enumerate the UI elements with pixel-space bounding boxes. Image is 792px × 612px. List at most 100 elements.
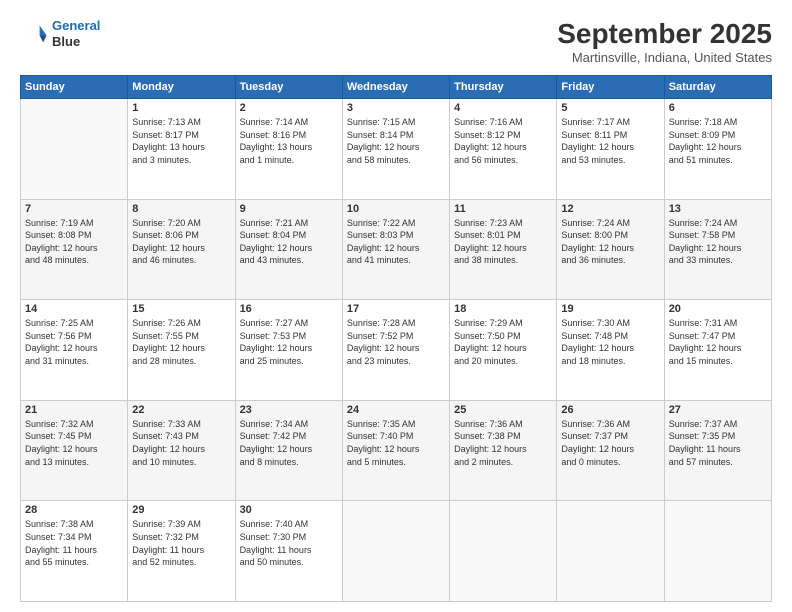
day-number: 10	[347, 203, 445, 215]
day-info: Sunrise: 7:24 AM Sunset: 7:58 PM Dayligh…	[669, 217, 767, 267]
calendar-day-cell: 19 Sunrise: 7:30 AM Sunset: 7:48 PM Dayli…	[557, 300, 664, 401]
day-info: Sunrise: 7:28 AM Sunset: 7:52 PM Dayligh…	[347, 317, 445, 367]
calendar-day-cell	[557, 501, 664, 602]
day-info: Sunrise: 7:33 AM Sunset: 7:43 PM Dayligh…	[132, 418, 230, 468]
calendar-day-cell: 23 Sunrise: 7:34 AM Sunset: 7:42 PM Dayli…	[235, 400, 342, 501]
day-number: 30	[240, 504, 338, 516]
day-info: Sunrise: 7:35 AM Sunset: 7:40 PM Dayligh…	[347, 418, 445, 468]
day-number: 17	[347, 303, 445, 315]
day-number: 9	[240, 203, 338, 215]
main-title: September 2025	[557, 18, 772, 50]
day-number: 8	[132, 203, 230, 215]
day-number: 13	[669, 203, 767, 215]
calendar-header-cell: Monday	[128, 76, 235, 99]
day-number: 1	[132, 102, 230, 114]
calendar-day-cell: 6Sunrise: 7:18 AM Sunset: 8:09 PM Daylig…	[664, 99, 771, 200]
calendar-day-cell: 29 Sunrise: 7:39 AM Sunset: 7:32 PM Dayli…	[128, 501, 235, 602]
calendar-day-cell: 18 Sunrise: 7:29 AM Sunset: 7:50 PM Dayli…	[450, 300, 557, 401]
day-info: Sunrise: 7:25 AM Sunset: 7:56 PM Dayligh…	[25, 317, 123, 367]
day-number: 4	[454, 102, 552, 114]
calendar-day-cell: 15Sunrise: 7:26 AM Sunset: 7:55 PM Dayli…	[128, 300, 235, 401]
day-info: Sunrise: 7:21 AM Sunset: 8:04 PM Dayligh…	[240, 217, 338, 267]
calendar-day-cell: 9 Sunrise: 7:21 AM Sunset: 8:04 PM Daylig…	[235, 199, 342, 300]
day-info: Sunrise: 7:36 AM Sunset: 7:37 PM Dayligh…	[561, 418, 659, 468]
day-info: Sunrise: 7:18 AM Sunset: 8:09 PM Dayligh…	[669, 116, 767, 166]
calendar-header-row: SundayMondayTuesdayWednesdayThursdayFrid…	[21, 76, 772, 99]
day-number: 26	[561, 404, 659, 416]
calendar-day-cell: 4 Sunrise: 7:16 AM Sunset: 8:12 PM Daylig…	[450, 99, 557, 200]
page: General Blue September 2025 Martinsville…	[0, 0, 792, 612]
day-info: Sunrise: 7:37 AM Sunset: 7:35 PM Dayligh…	[669, 418, 767, 468]
logo-icon	[20, 20, 48, 48]
header: General Blue September 2025 Martinsville…	[20, 18, 772, 65]
day-info: Sunrise: 7:29 AM Sunset: 7:50 PM Dayligh…	[454, 317, 552, 367]
calendar-day-cell: 12Sunrise: 7:24 AM Sunset: 8:00 PM Dayli…	[557, 199, 664, 300]
calendar-day-cell	[21, 99, 128, 200]
day-number: 27	[669, 404, 767, 416]
calendar-day-cell: 14 Sunrise: 7:25 AM Sunset: 7:56 PM Dayli…	[21, 300, 128, 401]
day-info: Sunrise: 7:14 AM Sunset: 8:16 PM Dayligh…	[240, 116, 338, 166]
calendar-day-cell	[664, 501, 771, 602]
day-info: Sunrise: 7:24 AM Sunset: 8:00 PM Dayligh…	[561, 217, 659, 267]
day-info: Sunrise: 7:39 AM Sunset: 7:32 PM Dayligh…	[132, 518, 230, 568]
calendar-day-cell: 13 Sunrise: 7:24 AM Sunset: 7:58 PM Dayli…	[664, 199, 771, 300]
calendar-header-cell: Thursday	[450, 76, 557, 99]
day-info: Sunrise: 7:32 AM Sunset: 7:45 PM Dayligh…	[25, 418, 123, 468]
day-number: 14	[25, 303, 123, 315]
subtitle: Martinsville, Indiana, United States	[557, 50, 772, 65]
day-info: Sunrise: 7:30 AM Sunset: 7:48 PM Dayligh…	[561, 317, 659, 367]
day-info: Sunrise: 7:23 AM Sunset: 8:01 PM Dayligh…	[454, 217, 552, 267]
calendar-day-cell	[450, 501, 557, 602]
title-block: September 2025 Martinsville, Indiana, Un…	[557, 18, 772, 65]
calendar-day-cell: 24 Sunrise: 7:35 AM Sunset: 7:40 PM Dayli…	[342, 400, 449, 501]
day-number: 21	[25, 404, 123, 416]
calendar-header-cell: Friday	[557, 76, 664, 99]
calendar-week-row: 7Sunrise: 7:19 AM Sunset: 8:08 PM Daylig…	[21, 199, 772, 300]
calendar-day-cell: 5Sunrise: 7:17 AM Sunset: 8:11 PM Daylig…	[557, 99, 664, 200]
calendar-day-cell: 2 Sunrise: 7:14 AM Sunset: 8:16 PM Daylig…	[235, 99, 342, 200]
day-info: Sunrise: 7:13 AM Sunset: 8:17 PM Dayligh…	[132, 116, 230, 166]
day-number: 23	[240, 404, 338, 416]
calendar-week-row: 14 Sunrise: 7:25 AM Sunset: 7:56 PM Dayli…	[21, 300, 772, 401]
day-number: 20	[669, 303, 767, 315]
day-info: Sunrise: 7:22 AM Sunset: 8:03 PM Dayligh…	[347, 217, 445, 267]
calendar-day-cell: 10 Sunrise: 7:22 AM Sunset: 8:03 PM Dayli…	[342, 199, 449, 300]
calendar-day-cell: 26 Sunrise: 7:36 AM Sunset: 7:37 PM Dayli…	[557, 400, 664, 501]
logo-text: General Blue	[52, 18, 100, 49]
day-info: Sunrise: 7:34 AM Sunset: 7:42 PM Dayligh…	[240, 418, 338, 468]
calendar-day-cell: 16Sunrise: 7:27 AM Sunset: 7:53 PM Dayli…	[235, 300, 342, 401]
calendar-header-cell: Sunday	[21, 76, 128, 99]
calendar-day-cell: 3Sunrise: 7:15 AM Sunset: 8:14 PM Daylig…	[342, 99, 449, 200]
day-info: Sunrise: 7:16 AM Sunset: 8:12 PM Dayligh…	[454, 116, 552, 166]
day-info: Sunrise: 7:31 AM Sunset: 7:47 PM Dayligh…	[669, 317, 767, 367]
day-number: 11	[454, 203, 552, 215]
day-info: Sunrise: 7:20 AM Sunset: 8:06 PM Dayligh…	[132, 217, 230, 267]
day-number: 25	[454, 404, 552, 416]
day-number: 19	[561, 303, 659, 315]
day-info: Sunrise: 7:26 AM Sunset: 7:55 PM Dayligh…	[132, 317, 230, 367]
calendar-day-cell: 30 Sunrise: 7:40 AM Sunset: 7:30 PM Dayli…	[235, 501, 342, 602]
calendar-header-cell: Tuesday	[235, 76, 342, 99]
day-info: Sunrise: 7:40 AM Sunset: 7:30 PM Dayligh…	[240, 518, 338, 568]
calendar-header-cell: Wednesday	[342, 76, 449, 99]
calendar-day-cell: 22Sunrise: 7:33 AM Sunset: 7:43 PM Dayli…	[128, 400, 235, 501]
day-number: 3	[347, 102, 445, 114]
calendar-day-cell: 25Sunrise: 7:36 AM Sunset: 7:38 PM Dayli…	[450, 400, 557, 501]
calendar-day-cell: 17 Sunrise: 7:28 AM Sunset: 7:52 PM Dayli…	[342, 300, 449, 401]
day-number: 16	[240, 303, 338, 315]
calendar-day-cell: 11 Sunrise: 7:23 AM Sunset: 8:01 PM Dayli…	[450, 199, 557, 300]
day-number: 2	[240, 102, 338, 114]
day-number: 24	[347, 404, 445, 416]
calendar-day-cell: 1 Sunrise: 7:13 AM Sunset: 8:17 PM Daylig…	[128, 99, 235, 200]
calendar-day-cell: 20 Sunrise: 7:31 AM Sunset: 7:47 PM Dayli…	[664, 300, 771, 401]
calendar-day-cell: 28 Sunrise: 7:38 AM Sunset: 7:34 PM Dayli…	[21, 501, 128, 602]
day-number: 28	[25, 504, 123, 516]
day-info: Sunrise: 7:17 AM Sunset: 8:11 PM Dayligh…	[561, 116, 659, 166]
day-info: Sunrise: 7:38 AM Sunset: 7:34 PM Dayligh…	[25, 518, 123, 568]
calendar-day-cell: 8 Sunrise: 7:20 AM Sunset: 8:06 PM Daylig…	[128, 199, 235, 300]
calendar-week-row: 1 Sunrise: 7:13 AM Sunset: 8:17 PM Daylig…	[21, 99, 772, 200]
calendar-week-row: 28 Sunrise: 7:38 AM Sunset: 7:34 PM Dayli…	[21, 501, 772, 602]
day-number: 29	[132, 504, 230, 516]
calendar-week-row: 21 Sunrise: 7:32 AM Sunset: 7:45 PM Dayli…	[21, 400, 772, 501]
day-number: 18	[454, 303, 552, 315]
